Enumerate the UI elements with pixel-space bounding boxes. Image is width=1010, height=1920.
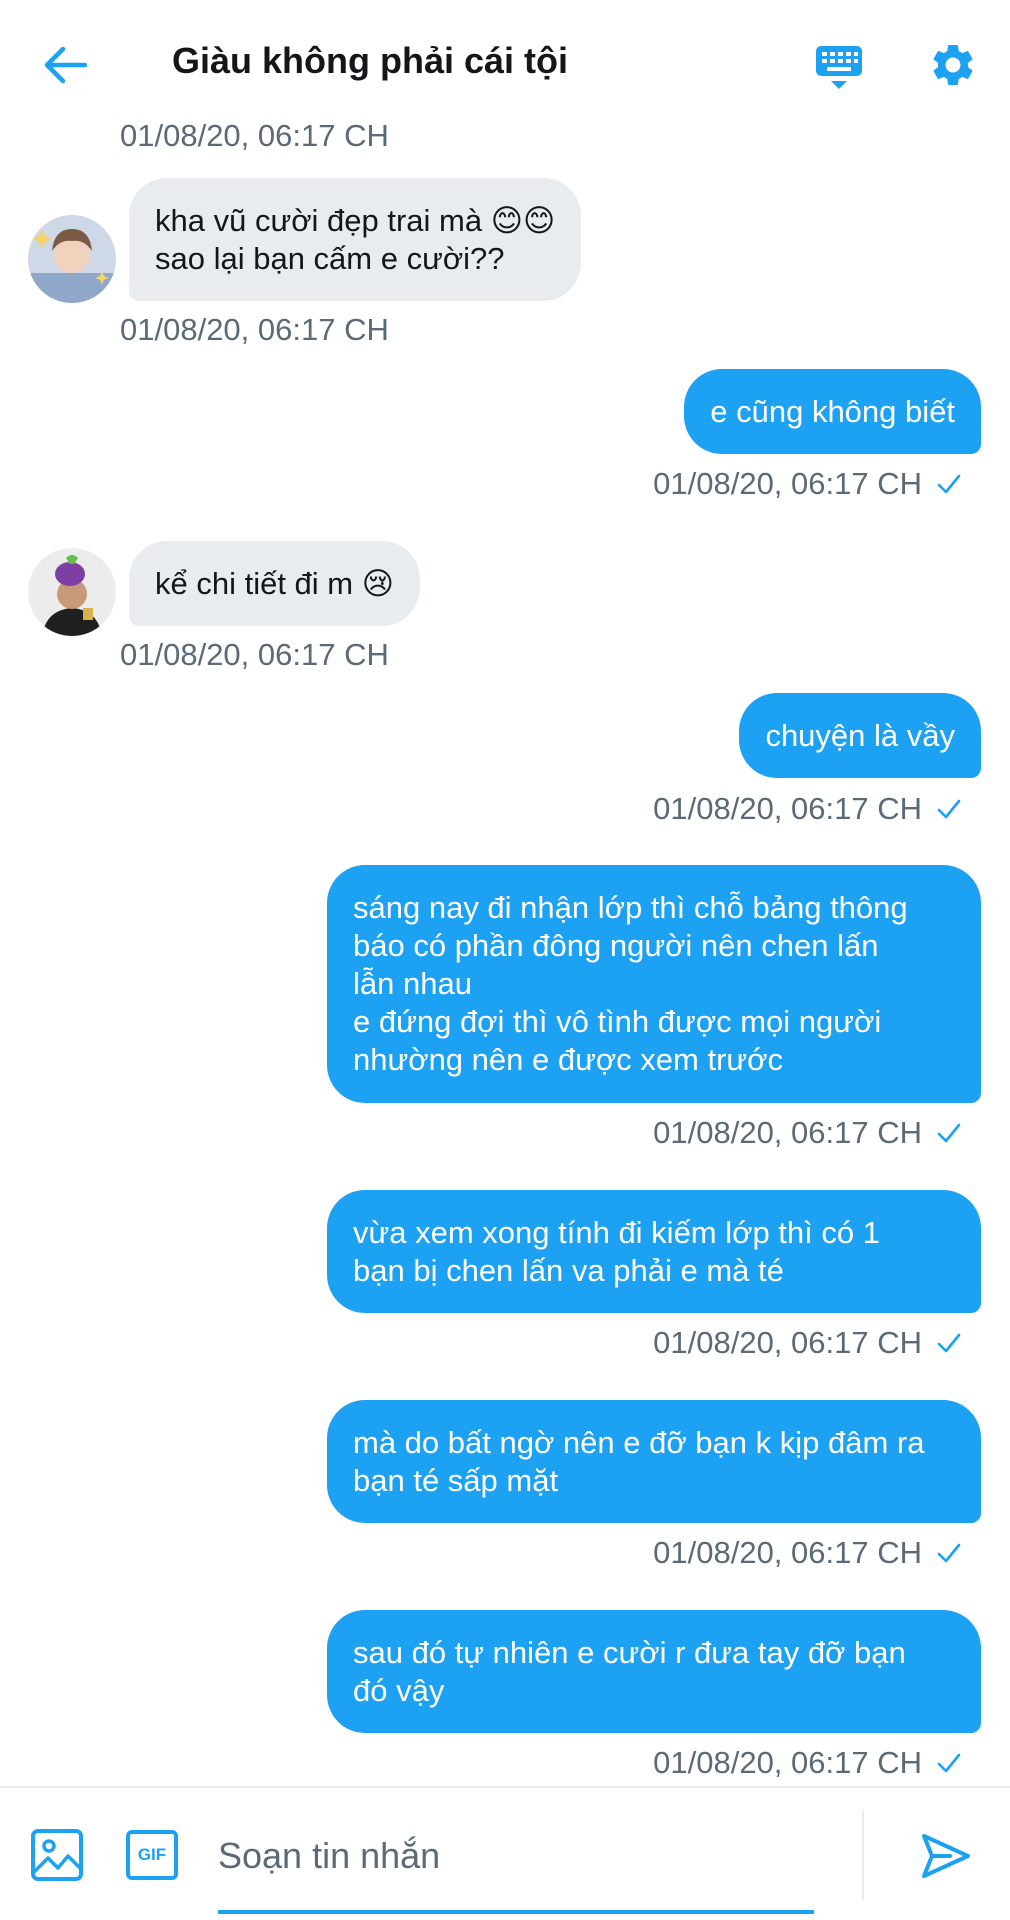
message-text: e cũng không biết [710,393,955,429]
message-text: nhường nên e được xem trước [353,1042,783,1077]
avatar[interactable] [28,215,116,303]
message-text: lẫn nhau [353,966,472,1001]
message-text: báo có phần đông người nên chen lấn [353,928,879,963]
gear-icon [933,44,973,85]
message-text: chuyện là vầy [765,717,955,753]
message-text: kha vũ cười đẹp trai mà 😊😊 [155,202,556,238]
send-icon [922,1834,970,1878]
send-button[interactable] [916,1826,976,1886]
message-text: đó vậy [353,1672,445,1708]
message-bubble-incoming[interactable]: kể chi tiết đi m 😢 [129,541,421,626]
avatar-image [28,215,116,303]
message-status: 01/08/20, 06:17 CH [653,1325,962,1361]
message-status: 01/08/20, 06:17 CH [653,1535,962,1571]
read-check-icon [937,1123,961,1143]
message-status: 01/08/20, 06:17 CH [653,791,962,827]
message-composer: GIF [0,1786,1010,1920]
message-bubble-outgoing[interactable]: sau đó tự nhiên e cười r đưa tay đỡ bạn … [327,1610,981,1733]
message-timestamp: 01/08/20, 06:17 CH [120,312,389,347]
keyboard-icon [816,46,862,89]
message-bubble-outgoing[interactable]: mà do bất ngờ nên e đỡ bạn k kịp đâm ra … [327,1400,981,1523]
gif-icon: GIF [137,1845,167,1864]
read-check-icon [937,1753,961,1773]
read-check-icon [937,474,961,494]
message-text: sao lại bạn cấm e cười?? [155,240,505,276]
message-text: e đứng đợi thì vô tình được mọi người [353,1004,882,1039]
message-text: bạn bị chen lấn va phải e mà té [353,1252,784,1288]
message-text: kể chi tiết đi m 😢 [155,565,395,601]
message-input[interactable] [218,1818,814,1894]
message-timestamp: 01/08/20, 06:17 CH [653,1745,922,1780]
read-check-icon [937,799,961,819]
read-check-icon [937,1543,961,1563]
message-status: 01/08/20, 06:17 CH [653,466,962,502]
message-timestamp: 01/08/20, 06:17 CH [120,637,389,672]
back-button[interactable] [34,36,96,94]
message-timestamp: 01/08/20, 06:17 CH [653,1325,922,1360]
message-text: sau đó tự nhiên e cười r đưa tay đỡ bạn [353,1634,906,1670]
read-check-icon [937,1333,961,1353]
message-timestamp: 01/08/20, 06:17 CH [653,791,922,826]
message-text: sáng nay đi nhận lớp thì chỗ bảng thông [353,890,908,925]
divider [862,1810,864,1900]
message-bubble-outgoing[interactable]: vừa xem xong tính đi kiếm lớp thì có 1 b… [327,1190,981,1313]
message-bubble-outgoing[interactable]: chuyện là vầy [739,693,981,778]
message-timestamp: 01/08/20, 06:17 CH [120,118,389,153]
message-bubble-outgoing[interactable]: e cũng không biết [684,369,981,454]
image-icon [31,1829,83,1881]
conversation-title: Giàu không phải cái tội [172,40,569,81]
gif-button[interactable]: GIF [126,1830,178,1880]
message-bubble-incoming[interactable]: kha vũ cười đẹp trai mà 😊😊 sao lại bạn c… [129,178,582,301]
message-text: vừa xem xong tính đi kiếm lớp thì có 1 [353,1214,880,1250]
avatar[interactable] [28,548,116,636]
message-text: bạn té sấp mặt [353,1462,559,1498]
avatar-image [28,548,116,636]
message-text: mà do bất ngờ nên e đỡ bạn k kịp đâm ra [353,1424,925,1460]
message-timestamp: 01/08/20, 06:17 CH [653,466,922,501]
chat-header: Giàu không phải cái tội [0,0,1010,128]
message-timestamp: 01/08/20, 06:17 CH [653,1115,922,1150]
message-status: 01/08/20, 06:17 CH [653,1745,962,1781]
message-bubble-outgoing[interactable]: sáng nay đi nhận lớp thì chỗ bảng thông … [327,865,981,1103]
add-image-button[interactable] [30,1828,84,1882]
message-status: 01/08/20, 06:17 CH [653,1115,962,1151]
settings-button[interactable] [922,34,984,96]
keyboard-button[interactable] [808,36,870,98]
input-underline [218,1910,814,1914]
back-arrow-icon [44,46,87,84]
message-timestamp: 01/08/20, 06:17 CH [653,1535,922,1570]
